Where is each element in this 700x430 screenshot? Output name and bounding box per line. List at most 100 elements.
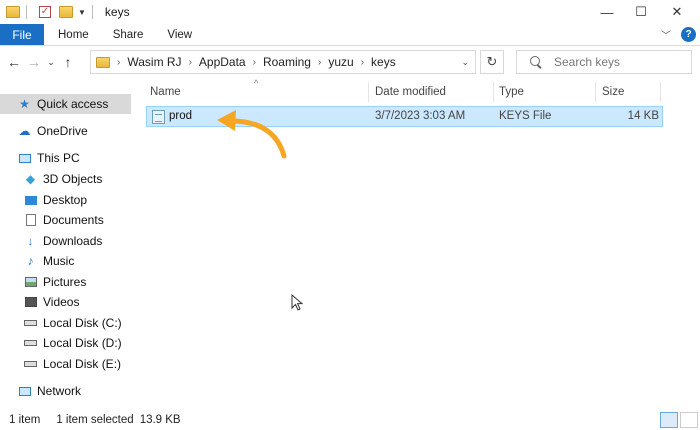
- sidebar-item-label: Desktop: [43, 193, 88, 207]
- music-note-icon: ♪: [27, 254, 34, 268]
- column-divider[interactable]: [368, 82, 369, 102]
- drive-icon: [24, 317, 37, 330]
- navigation-bar: ← → ⌄ ↑ › Wasim RJ › AppData › Roaming ›…: [0, 46, 700, 78]
- sidebar-item-onedrive[interactable]: ☁ OneDrive: [18, 121, 88, 141]
- properties-icon[interactable]: ✓: [39, 6, 51, 18]
- navigation-pane: ★ Quick access ☁ OneDrive This PC ◆ 3D O…: [0, 84, 140, 404]
- sidebar-item-local-disk-c[interactable]: Local Disk (C:): [24, 313, 122, 333]
- tab-share[interactable]: Share: [103, 24, 158, 45]
- download-arrow-icon: ↓: [27, 234, 34, 248]
- selection-count: 1 item selected: [56, 414, 134, 426]
- selection-size: 13.9 KB: [139, 414, 181, 426]
- breadcrumb-item[interactable]: AppData: [199, 55, 246, 69]
- quick-access-toolbar-dropdown-icon[interactable]: ▼: [78, 8, 86, 17]
- sidebar-item-music[interactable]: ♪ Music: [24, 251, 75, 271]
- breadcrumb-chevron-icon[interactable]: ›: [361, 57, 364, 68]
- folder-icon: [96, 56, 110, 68]
- tab-view[interactable]: View: [157, 24, 206, 45]
- breadcrumb-chevron-icon[interactable]: ›: [318, 57, 321, 68]
- sidebar-item-quick-access[interactable]: ★ Quick access: [0, 94, 131, 114]
- tab-home[interactable]: Home: [44, 24, 103, 45]
- details-view-icon[interactable]: [660, 412, 678, 428]
- picture-icon: [24, 276, 37, 289]
- help-icon[interactable]: ?: [681, 27, 696, 42]
- folder-icon: [6, 6, 20, 18]
- divider: [91, 5, 93, 19]
- sidebar-item-desktop[interactable]: Desktop: [24, 190, 87, 210]
- status-bar: 1 item 1 item selected 13.9 KB: [0, 410, 700, 430]
- computer-icon: [18, 152, 31, 165]
- breadcrumb-item[interactable]: keys: [371, 55, 396, 69]
- sidebar-item-this-pc[interactable]: This PC: [18, 148, 80, 168]
- back-button[interactable]: ←: [4, 54, 24, 70]
- column-divider[interactable]: [493, 82, 494, 102]
- address-dropdown-icon[interactable]: ⌄: [461, 57, 469, 68]
- breadcrumb-item[interactable]: Wasim RJ: [127, 55, 181, 69]
- sidebar-item-label: 3D Objects: [43, 172, 103, 186]
- sort-ascending-icon: ^: [254, 78, 259, 88]
- sidebar-item-label: Local Disk (C:): [43, 316, 122, 330]
- column-headers: ^ Name Date modified Type Size: [140, 78, 700, 104]
- refresh-button[interactable]: ↻: [480, 50, 504, 74]
- column-header-name[interactable]: Name: [150, 86, 181, 98]
- sidebar-item-label: Network: [37, 384, 82, 398]
- desktop-icon: [24, 194, 37, 207]
- breadcrumb-chevron-icon[interactable]: ›: [117, 57, 120, 68]
- recent-locations-chevron-icon[interactable]: ⌄: [44, 57, 58, 68]
- file-size: 14 KB: [627, 110, 659, 122]
- file-type: KEYS File: [499, 110, 552, 122]
- document-icon: [24, 214, 37, 227]
- address-bar[interactable]: › Wasim RJ › AppData › Roaming › yuzu › …: [90, 50, 476, 74]
- sidebar-item-label: Documents: [43, 213, 104, 227]
- breadcrumb-item[interactable]: Roaming: [263, 55, 311, 69]
- search-icon: [530, 56, 542, 68]
- sidebar-item-label: OneDrive: [37, 124, 88, 138]
- drive-icon: [24, 337, 37, 350]
- breadcrumb-item[interactable]: yuzu: [328, 55, 353, 69]
- sidebar-item-network[interactable]: Network: [18, 381, 81, 401]
- sidebar-item-videos[interactable]: Videos: [24, 292, 79, 312]
- new-folder-icon[interactable]: [59, 6, 73, 18]
- file-date-modified: 3/7/2023 3:03 AM: [375, 110, 466, 122]
- network-icon: [18, 385, 31, 398]
- mouse-cursor-icon: [291, 294, 304, 311]
- breadcrumb-chevron-icon[interactable]: ›: [253, 57, 256, 68]
- column-divider[interactable]: [660, 82, 661, 102]
- column-header-date-modified[interactable]: Date modified: [375, 86, 446, 98]
- sidebar-item-label: Pictures: [43, 275, 87, 289]
- sidebar-item-documents[interactable]: Documents: [24, 210, 104, 230]
- cloud-icon: ☁: [18, 124, 31, 138]
- sidebar-item-downloads[interactable]: ↓ Downloads: [24, 231, 103, 251]
- film-icon: [24, 296, 37, 309]
- star-icon: ★: [19, 97, 30, 111]
- column-header-type[interactable]: Type: [499, 86, 524, 98]
- search-placeholder[interactable]: Search keys: [554, 55, 620, 69]
- up-button[interactable]: ↑: [58, 54, 78, 70]
- item-count: 1 item: [9, 414, 41, 426]
- file-icon: [152, 110, 165, 124]
- close-button[interactable]: ✕: [654, 0, 700, 24]
- column-divider[interactable]: [595, 82, 596, 102]
- sidebar-item-label: Quick access: [37, 97, 109, 111]
- sidebar-item-pictures[interactable]: Pictures: [24, 272, 86, 292]
- sidebar-item-3d-objects[interactable]: ◆ 3D Objects: [24, 169, 102, 189]
- sidebar-item-label: Music: [43, 254, 75, 268]
- sidebar-item-local-disk-e[interactable]: Local Disk (E:): [24, 354, 121, 374]
- expand-ribbon-chevron-icon[interactable]: ﹀: [661, 27, 671, 42]
- sidebar-item-label: Local Disk (D:): [43, 336, 122, 350]
- sidebar-item-local-disk-d[interactable]: Local Disk (D:): [24, 333, 122, 353]
- window-title: keys: [104, 5, 130, 19]
- sidebar-item-label: Local Disk (E:): [43, 357, 122, 371]
- search-box[interactable]: Search keys: [516, 50, 692, 74]
- cube-icon: ◆: [25, 172, 36, 186]
- annotation-arrow-icon: [217, 110, 287, 159]
- file-name[interactable]: prod: [169, 110, 192, 122]
- forward-button[interactable]: →: [24, 54, 44, 70]
- tab-file[interactable]: File: [0, 24, 44, 45]
- large-icons-view-icon[interactable]: [680, 412, 698, 428]
- ribbon-tabs: File Home Share View ﹀ ?: [0, 24, 700, 46]
- breadcrumb-chevron-icon[interactable]: ›: [189, 57, 192, 68]
- divider: [26, 5, 27, 19]
- column-header-size[interactable]: Size: [602, 86, 624, 98]
- sidebar-item-label: Videos: [43, 295, 80, 309]
